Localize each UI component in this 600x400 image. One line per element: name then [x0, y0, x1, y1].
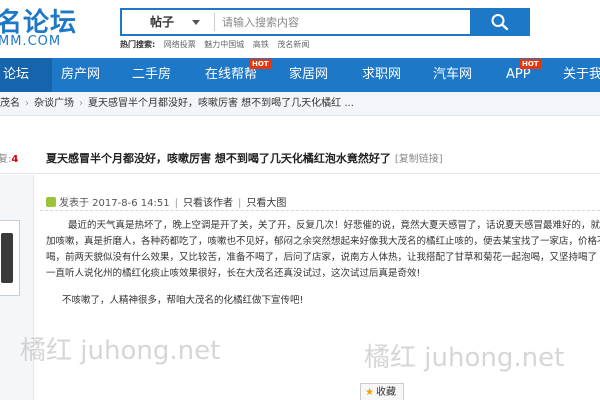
nav-item-label: 求职网 — [362, 67, 402, 82]
avatar-image — [1, 233, 13, 283]
reply-count-prefix: 复: — [0, 154, 12, 165]
post-date: 发表于 2017-8-6 14:51 — [59, 198, 170, 209]
meta-separator: | — [174, 198, 178, 209]
avatar[interactable] — [0, 220, 20, 296]
nav-item-cars[interactable]: 汽车网 — [433, 58, 472, 92]
nav-item-forum[interactable]: 论坛 — [0, 58, 52, 92]
chevron-down-icon — [192, 20, 200, 25]
main-nav: 论坛 房产网 二手房 在线帮帮 HOT 家居网 求职网 汽车网 APP HOT … — [0, 58, 600, 92]
breadcrumb: 茂名 › 杂谈广场 › 夏天感冒半个月都没好，咳嗽厉害 想不到喝了几天化橘红 ... — [0, 92, 600, 116]
nav-item-label: 关于我 — [563, 67, 600, 82]
site-logo-domain: MM.COM — [0, 34, 62, 49]
post-meta: 发表于 2017-8-6 14:51 | 只看该作者 | 只看大图 — [46, 194, 286, 209]
hot-search-item[interactable]: 网络投票 — [164, 40, 196, 49]
breadcrumb-separator: › — [79, 98, 83, 109]
search-divider — [214, 13, 215, 31]
meta-divider — [40, 210, 600, 211]
post-text-line: 加咳嗽，真是折磨人，各种药都吃了，咳嗽也不见好，郁闷之余突然想起来好像我大茂名的… — [46, 236, 600, 247]
nav-item-secondhand-house[interactable]: 二手房 — [132, 58, 171, 92]
breadcrumb-separator: › — [25, 98, 29, 109]
hot-search-item[interactable]: 高铁 — [253, 40, 269, 49]
online-status-icon — [46, 197, 56, 207]
nav-item-label: 论坛 — [3, 67, 30, 82]
star-icon: ★ — [365, 387, 374, 398]
search-button[interactable] — [470, 8, 530, 36]
hot-search-item[interactable]: 茂名新闻 — [277, 40, 309, 49]
search-category-label: 帖子 — [150, 15, 175, 29]
reply-count: 复:4 — [0, 150, 18, 165]
thread-title: 夏天感冒半个月都没好，咳嗽厉害 想不到喝了几天化橘红泡水竟然好了 [复制链接] — [46, 150, 443, 166]
post-body: 最近的天气真是热坏了，晚上空调是开了关，关了开，反复几次！好悲催的说，竟然大夏天… — [46, 218, 600, 309]
post-text-line: 最近的天气真是热坏了，晚上空调是开了关，关了开，反复几次！好悲催的说，竟然大夏天… — [68, 220, 600, 231]
hot-search: 热门搜索: 网络投票 魅力中国城 高铁 茂名新闻 — [120, 39, 315, 50]
post-text-line: 一直听人说化州的橘红化痰止咳效果很好，长在大茂名还真没试过，这次试过后真是奇效! — [46, 268, 421, 279]
meta-separator: | — [237, 198, 242, 209]
nav-item-jobs[interactable]: 求职网 — [362, 58, 401, 92]
author-only-link[interactable]: 只看该作者 — [183, 198, 233, 209]
search-bar: 帖子 — [120, 8, 530, 36]
post-text-line: 喝，前两天貌似没有什么效果，又比较苦，准备不喝了，后问了店家，说南方人体热，让我… — [46, 252, 598, 263]
nav-item-house[interactable]: 房产网 — [61, 58, 100, 92]
watermark-left: 橘红 juhong.net — [20, 336, 221, 366]
nav-item-label: 在线帮帮 — [205, 67, 258, 82]
search-icon — [491, 14, 509, 31]
copy-link-button[interactable]: [复制链接] — [395, 154, 443, 165]
nav-item-about[interactable]: 关于我 — [563, 58, 600, 92]
nav-item-label: 家居网 — [289, 67, 329, 82]
thread-title-text: 夏天感冒半个月都没好，咳嗽厉害 想不到喝了几天化橘红泡水竟然好了 — [46, 152, 391, 165]
breadcrumb-item[interactable]: 茂名 — [0, 98, 20, 109]
nav-item-label: 房产网 — [61, 67, 101, 82]
nav-item-label: 汽车网 — [433, 67, 473, 82]
nav-item-home-furnishing[interactable]: 家居网 — [289, 58, 328, 92]
page: 名论坛 MM.COM 帖子 热门搜索: 网络投票 魅力中国城 高铁 茂名新闻 论… — [0, 0, 600, 400]
search-input[interactable] — [222, 12, 492, 32]
hot-badge: HOT — [519, 59, 542, 69]
favorite-label: 收藏 — [375, 387, 396, 398]
hot-search-item[interactable]: 魅力中国城 — [204, 40, 244, 49]
large-image-link[interactable]: 只看大图 — [246, 198, 286, 209]
watermark-right: 橘红 juhong.net — [364, 343, 565, 373]
breadcrumb-current: 夏天感冒半个月都没好，咳嗽厉害 想不到喝了几天化橘红 ... — [88, 98, 354, 109]
post-closing-line: 不咳嗽了，人精神很多，帮咱大茂名的化橘红做下宣传吧! — [62, 295, 304, 306]
breadcrumb-item[interactable]: 杂谈广场 — [34, 98, 74, 109]
favorite-button[interactable]: ★ 收藏 — [360, 383, 404, 400]
reply-count-value: 4 — [11, 154, 19, 165]
hot-search-label: 热门搜索: — [120, 40, 156, 49]
nav-item-label: 二手房 — [132, 67, 172, 82]
nav-item-label: APP — [506, 67, 531, 82]
hot-badge: HOT — [249, 59, 272, 69]
